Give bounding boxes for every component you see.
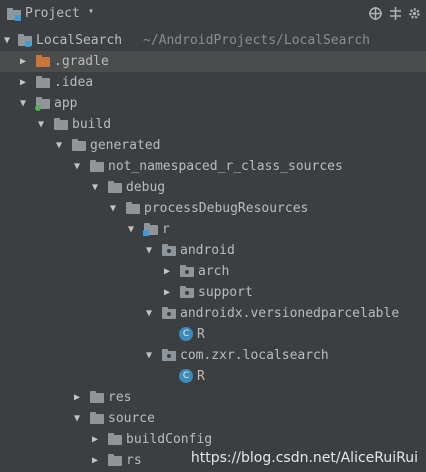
target-icon[interactable] (369, 7, 382, 24)
tree-item-label: R (197, 369, 205, 384)
tree-item-label: generated (90, 138, 161, 153)
tree-item-localsearch[interactable]: ▼ LocalSearch ~/AndroidProjects/LocalSea… (0, 30, 426, 51)
tree-item-r-class[interactable]: C R (0, 324, 426, 345)
project-path: ~/AndroidProjects/LocalSearch (143, 33, 370, 48)
collapse-all-icon[interactable] (389, 7, 402, 24)
class-icon: C (179, 327, 193, 341)
tree-item-label: LocalSearch (36, 33, 123, 48)
tree-item-res[interactable]: ▶ res (0, 387, 426, 408)
expanded-arrow-icon[interactable]: ▼ (125, 219, 137, 240)
tree-item-label: rs (126, 453, 142, 468)
folder-icon (90, 391, 104, 404)
folder-icon (90, 160, 104, 173)
tree-item-r-class[interactable]: C R (0, 366, 426, 387)
package-icon (180, 286, 194, 299)
package-icon (162, 349, 176, 362)
tree-item-label: source (108, 411, 155, 426)
tree-item-r[interactable]: ▼ r (0, 219, 426, 240)
collapsed-arrow-icon[interactable]: ▶ (89, 429, 101, 450)
expanded-arrow-icon[interactable]: ▼ (89, 177, 101, 198)
tree-item-label: debug (126, 180, 166, 195)
collapsed-arrow-icon[interactable]: ▶ (161, 261, 173, 282)
folder-icon (126, 202, 140, 215)
expanded-arrow-icon[interactable]: ▼ (35, 114, 47, 135)
expanded-arrow-icon[interactable]: ▼ (1, 30, 13, 51)
tree-item-label: buildConfig (126, 432, 213, 447)
tree-item-label: support (198, 285, 253, 300)
tree-item-label: com.zxr.localsearch (180, 348, 329, 363)
package-icon (162, 307, 176, 320)
folder-icon (72, 139, 86, 152)
tree-item-label: R (197, 327, 205, 342)
folder-icon (54, 118, 68, 131)
class-icon: C (179, 369, 193, 383)
expanded-arrow-icon[interactable]: ▼ (17, 93, 29, 114)
excluded-folder-icon (36, 55, 50, 68)
collapsed-arrow-icon[interactable]: ▶ (161, 282, 173, 303)
settings-icon[interactable] (408, 7, 421, 24)
project-folder-icon (7, 8, 21, 21)
tree-item-android[interactable]: ▼ android (0, 240, 426, 261)
tree-item-label: not_namespaced_r_class_sources (108, 159, 343, 174)
folder-icon (108, 454, 122, 467)
module-folder-icon (35, 97, 50, 111)
project-tool-window-header: Project ▾ (0, 0, 426, 30)
tree-item-processdebugresources[interactable]: ▼ processDebugResources (0, 198, 426, 219)
package-icon (180, 265, 194, 278)
tree-item-app[interactable]: ▼ app (0, 93, 426, 114)
tree-item-com-zxr-localsearch[interactable]: ▼ com.zxr.localsearch (0, 345, 426, 366)
tree-item-gradle[interactable]: ▶ .gradle (0, 51, 426, 72)
tree-item-androidx-versionedparcelable[interactable]: ▼ androidx.versionedparcelable (0, 303, 426, 324)
tree-item-source[interactable]: ▼ source (0, 408, 426, 429)
project-tree[interactable]: ▼ LocalSearch ~/AndroidProjects/LocalSea… (0, 30, 426, 472)
tree-item-label: android (180, 243, 235, 258)
project-view-title[interactable]: Project (25, 6, 80, 21)
tree-item-label: processDebugResources (144, 201, 309, 216)
expanded-arrow-icon[interactable]: ▼ (53, 135, 65, 156)
watermark: https://blog.csdn.net/AliceRuiRui (190, 450, 418, 466)
tree-item-label: .gradle (54, 54, 109, 69)
tree-item-arch[interactable]: ▶ arch (0, 261, 426, 282)
tree-item-label: .idea (54, 75, 94, 90)
tree-item-buildconfig[interactable]: ▶ buildConfig (0, 429, 426, 450)
tree-item-label: res (108, 390, 132, 405)
folder-icon (36, 76, 50, 89)
view-dropdown-chevron-icon[interactable]: ▾ (88, 6, 94, 17)
tree-item-idea[interactable]: ▶ .idea (0, 72, 426, 93)
expanded-arrow-icon[interactable]: ▼ (143, 303, 155, 324)
source-folder-icon (143, 223, 158, 236)
tree-item-support[interactable]: ▶ support (0, 282, 426, 303)
module-folder-icon (18, 34, 32, 47)
collapsed-arrow-icon[interactable]: ▶ (17, 72, 29, 93)
expanded-arrow-icon[interactable]: ▼ (143, 240, 155, 261)
folder-icon (90, 412, 104, 425)
collapsed-arrow-icon[interactable]: ▶ (17, 51, 29, 72)
expanded-arrow-icon[interactable]: ▼ (71, 156, 83, 177)
expanded-arrow-icon[interactable]: ▼ (143, 345, 155, 366)
tree-item-label: r (162, 222, 170, 237)
tree-item-generated[interactable]: ▼ generated (0, 135, 426, 156)
tree-item-build[interactable]: ▼ build (0, 114, 426, 135)
tree-item-not-namespaced[interactable]: ▼ not_namespaced_r_class_sources (0, 156, 426, 177)
tree-item-label: androidx.versionedparcelable (180, 306, 400, 321)
tree-item-label: arch (198, 264, 230, 279)
expanded-arrow-icon[interactable]: ▼ (71, 408, 83, 429)
tree-item-label: app (54, 96, 78, 111)
tree-item-label: build (72, 117, 112, 132)
expanded-arrow-icon[interactable]: ▼ (107, 198, 119, 219)
collapsed-arrow-icon[interactable]: ▶ (89, 450, 101, 471)
package-icon (162, 244, 176, 257)
collapsed-arrow-icon[interactable]: ▶ (71, 387, 83, 408)
tree-item-debug[interactable]: ▼ debug (0, 177, 426, 198)
folder-icon (108, 181, 122, 194)
folder-icon (108, 433, 122, 446)
